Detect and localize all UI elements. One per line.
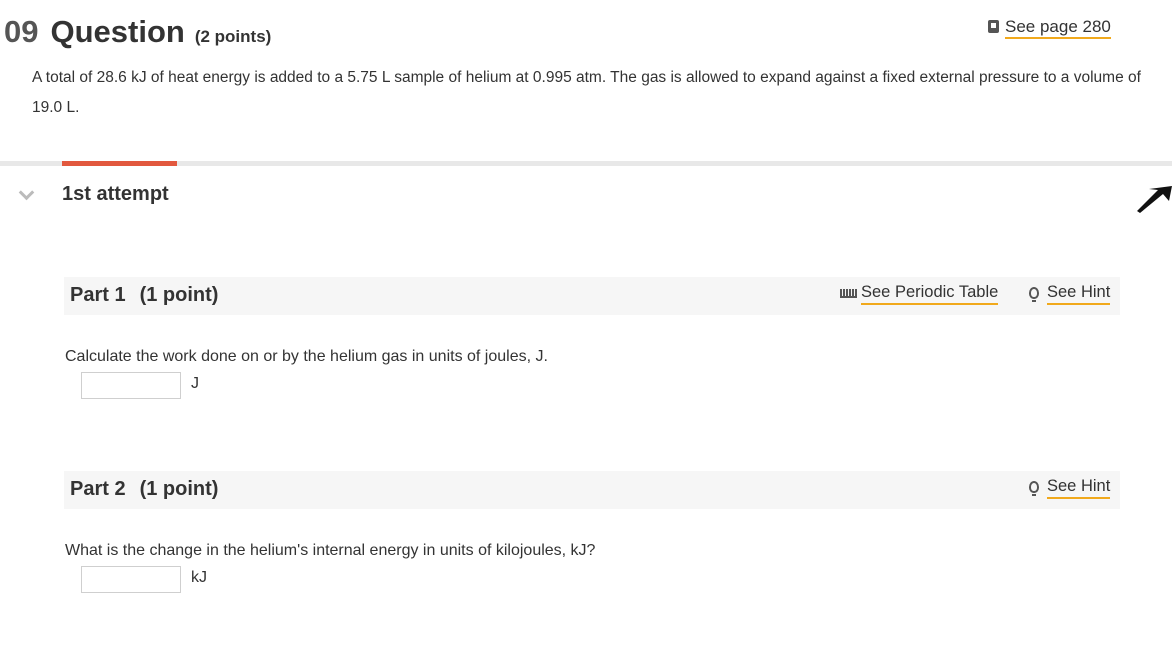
part-1-prompt: Calculate the work done on or by the hel…	[65, 348, 548, 365]
book-icon	[988, 20, 999, 33]
part-2-unit: kJ	[191, 569, 207, 586]
part-1-header: Part 1 (1 point) See Periodic Table See H…	[64, 277, 1120, 315]
part-1-unit: J	[191, 375, 199, 392]
see-periodic-table-label[interactable]: See Periodic Table	[861, 283, 999, 305]
active-attempt-tab-indicator[interactable]	[62, 161, 177, 166]
part-1-label: Part 1	[70, 284, 126, 306]
mouse-cursor-icon	[1137, 186, 1172, 213]
part-1-answer-input[interactable]	[81, 372, 181, 399]
part-2-see-hint-link[interactable]: See Hint	[1029, 477, 1111, 499]
part-2-see-hint-label[interactable]: See Hint	[1047, 477, 1111, 499]
lightbulb-icon	[1029, 481, 1039, 496]
part-1-points: (1 point)	[139, 284, 219, 306]
question-points: (2 points)	[194, 27, 272, 46]
see-page-link[interactable]: See page 280	[988, 17, 1111, 39]
part-2-label: Part 2	[70, 478, 126, 500]
attempt-header[interactable]: 1st attempt	[0, 180, 1172, 214]
lightbulb-icon	[1029, 287, 1039, 302]
part-2-prompt: What is the change in the helium's inter…	[65, 542, 596, 559]
part-1-title: Part 1 (1 point)	[70, 284, 218, 307]
question-title: 09 Question (2 points)	[4, 14, 271, 50]
part-2-header: Part 2 (1 point) See Hint	[64, 471, 1120, 509]
see-page-label[interactable]: See page 280	[1005, 17, 1111, 39]
see-periodic-table-link[interactable]: See Periodic Table	[840, 283, 999, 305]
question-header: 09 Question (2 points) See page 280 A tota…	[0, 0, 1172, 160]
periodic-table-icon	[840, 285, 857, 298]
part-2-points: (1 point)	[139, 478, 219, 500]
part-1-see-hint-link[interactable]: See Hint	[1029, 283, 1111, 305]
part-1-see-hint-label[interactable]: See Hint	[1047, 283, 1111, 305]
question-number: 09	[4, 14, 39, 49]
part-2-answer-input[interactable]	[81, 566, 181, 593]
chevron-down-icon[interactable]	[18, 184, 35, 201]
question-stem: A total of 28.6 kJ of heat energy is add…	[32, 69, 1141, 116]
question-label: Question	[50, 14, 185, 49]
attempt-label: 1st attempt	[62, 183, 169, 205]
part-2-title: Part 2 (1 point)	[70, 478, 218, 501]
